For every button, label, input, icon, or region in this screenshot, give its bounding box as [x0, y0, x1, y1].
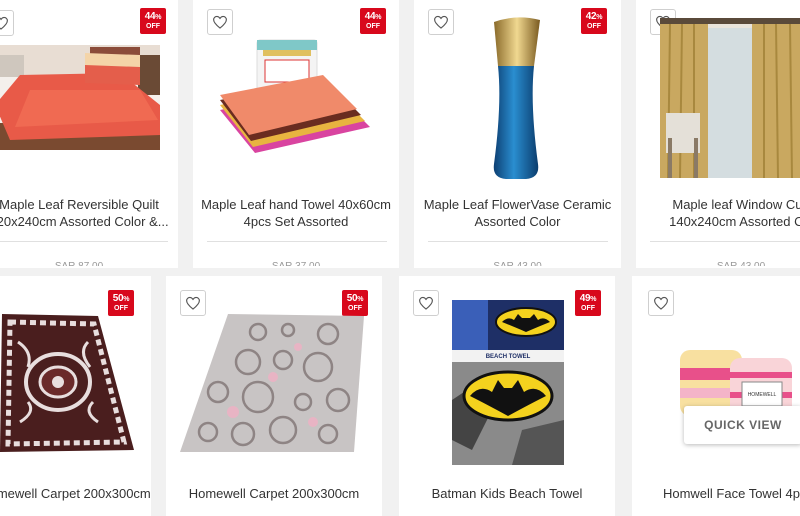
product-card-window-curtain[interactable]: Maple leaf Window Curta 140x240cm Assort…	[636, 0, 800, 268]
product-image[interactable]: BEACH TOWEL	[452, 300, 564, 465]
product-title[interactable]: Homewell Carpet 200x300cm	[166, 485, 382, 502]
product-title[interactable]: Maple Leaf FlowerVase Ceramic Assorted C…	[414, 196, 621, 230]
svg-text:BEACH TOWEL: BEACH TOWEL	[486, 354, 531, 360]
product-image[interactable]	[0, 45, 160, 150]
divider	[428, 241, 608, 242]
product-image[interactable]	[660, 18, 800, 179]
product-image[interactable]	[178, 312, 368, 454]
product-image[interactable]	[0, 312, 136, 454]
product-title[interactable]: Maple leaf Window Curta 140x240cm Assort…	[640, 196, 800, 230]
divider	[207, 241, 387, 242]
quick-view-button[interactable]: QUICK VIEW	[684, 406, 800, 444]
discount-badge: 49% OFF	[575, 290, 601, 316]
product-title[interactable]: Homwell Face Towel 4pcs	[638, 485, 800, 502]
heart-outline-icon	[419, 296, 433, 310]
divider	[650, 241, 800, 242]
heart-outline-icon	[434, 15, 448, 29]
heart-outline-icon	[186, 296, 200, 310]
wishlist-button[interactable]	[428, 9, 454, 35]
discount-badge: 42% OFF	[581, 8, 607, 34]
product-title[interactable]: Maple Leaf Reversible Quilt 220x240cm As…	[0, 196, 178, 230]
wishlist-button[interactable]	[207, 9, 233, 35]
product-title[interactable]: Maple Leaf hand Towel 40x60cm 4pcs Set A…	[193, 196, 399, 230]
product-title[interactable]: Homewell Carpet 200x300cm	[0, 485, 151, 502]
product-price: SAR 87.00	[0, 258, 178, 266]
heart-outline-icon	[0, 16, 8, 30]
divider	[0, 241, 168, 242]
svg-text:HOMEWELL: HOMEWELL	[748, 392, 777, 398]
product-card-batman-towel[interactable]: 49% OFF BEACH TOWEL Batman Kids Beach To…	[399, 276, 615, 516]
discount-badge: 44% OFF	[360, 8, 386, 34]
product-card-face-towel[interactable]: HOMEWELL QUICK VIEW Homwell Face Towel 4…	[632, 276, 800, 516]
wishlist-button[interactable]	[648, 290, 674, 316]
product-image[interactable]	[215, 35, 375, 160]
product-card-flower-vase[interactable]: 42% OFF Maple Leaf FlowerVase Ceramic As…	[414, 0, 621, 268]
product-price: SAR 43.00	[636, 258, 800, 266]
product-price: SAR 37.00	[193, 258, 399, 266]
product-card-quilt[interactable]: 44% OFF Maple Leaf Reversible Quilt 220x…	[0, 0, 178, 268]
product-card-hand-towel[interactable]: 44% OFF Maple Leaf hand Towel 40x60cm 4p…	[193, 0, 399, 268]
product-price: SAR 43.00	[414, 258, 621, 266]
product-title[interactable]: Batman Kids Beach Towel	[399, 485, 615, 502]
product-image[interactable]	[486, 14, 546, 182]
discount-badge: 44% OFF	[140, 8, 166, 34]
product-card-carpet-light[interactable]: 50% OFF Homewell Carpet 200x300cm	[166, 276, 382, 516]
heart-outline-icon	[213, 15, 227, 29]
product-card-carpet-dark[interactable]: 50% OFF Homewell Carpet 200x300cm	[0, 276, 151, 516]
wishlist-button[interactable]	[0, 10, 14, 36]
heart-outline-icon	[654, 296, 668, 310]
wishlist-button[interactable]	[413, 290, 439, 316]
